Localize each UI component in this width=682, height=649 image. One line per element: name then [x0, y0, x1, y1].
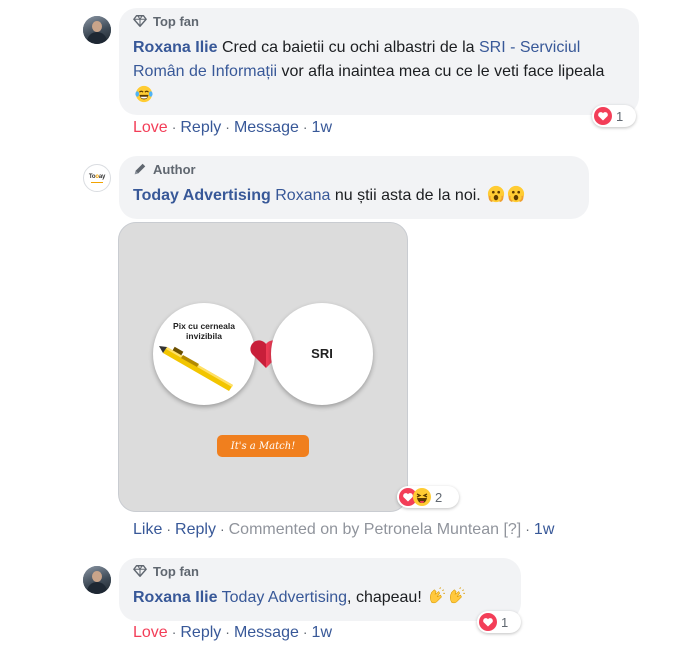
comment-body: nu știi asta de la noi.	[330, 187, 486, 204]
comment-bubble: Top fan Roxana Ilie Today Advertising, c…	[119, 558, 521, 621]
comment-timestamp[interactable]: 1w	[312, 624, 332, 641]
reply-button[interactable]: Reply	[180, 119, 221, 136]
love-button[interactable]: Love	[133, 119, 168, 136]
astonished-emoji	[488, 185, 505, 203]
mention-link[interactable]: Roxana	[275, 187, 330, 204]
comment-text: Roxana Ilie Today Advertising, chapeau!	[133, 582, 507, 610]
like-button[interactable]: Like	[133, 521, 162, 538]
love-reaction-icon	[594, 107, 612, 125]
message-button[interactable]: Message	[234, 624, 299, 641]
comment-actions: Love · Reply · Message · 1w	[133, 624, 332, 641]
sri-label: SRI	[311, 346, 333, 361]
comment-timestamp[interactable]: 1w	[534, 521, 554, 538]
comment-actions: Like · Reply · Commented on by Petronela Mun…	[133, 521, 555, 538]
reaction-summary[interactable]: 1	[592, 105, 636, 127]
reply-button[interactable]: Reply	[180, 624, 221, 641]
comment-body-end: vor afla inaintea mea cu ce le veti face…	[277, 63, 605, 80]
reaction-summary[interactable]: 1	[477, 611, 521, 633]
mention-link[interactable]: Today Advertising	[222, 589, 347, 606]
its-a-match-button: It's a Match!	[217, 435, 309, 457]
comment-body: , chapeau!	[347, 589, 427, 606]
pencil-icon	[134, 163, 146, 175]
top-fan-badge[interactable]: Top fan	[133, 558, 507, 582]
reaction-count: 2	[435, 489, 443, 505]
top-fan-badge[interactable]: Top fan	[133, 8, 625, 32]
help-link[interactable]: [?]	[503, 521, 521, 538]
comment-body: Cred ca baietii cu ochi albastri de la	[221, 39, 479, 56]
author-badge[interactable]: Author	[133, 156, 575, 180]
commenter-avatar[interactable]	[83, 566, 111, 594]
comment-bubble: Author Today Advertising Roxana nu știi …	[119, 156, 589, 219]
pen-circle: Pix cu cerneala invizibila	[153, 303, 255, 405]
diamond-icon	[133, 565, 147, 577]
haha-reaction-icon	[413, 488, 431, 506]
love-reaction-icon	[479, 613, 497, 631]
commented-on-by: Commented on by Petronela Muntean	[228, 521, 499, 538]
comment-actions: Love · Reply · Message · 1w	[133, 119, 332, 136]
message-button[interactable]: Message	[234, 119, 299, 136]
comment-text: Today Advertising Roxana nu știi asta de…	[133, 180, 575, 208]
astonished-emoji	[508, 185, 525, 203]
reply-button[interactable]: Reply	[175, 521, 216, 538]
sri-circle: SRI	[271, 303, 373, 405]
clapping-hands-emoji	[430, 587, 446, 604]
pen-icon	[159, 346, 233, 391]
reaction-count: 1	[616, 108, 624, 124]
commenter-avatar[interactable]	[83, 16, 111, 44]
comment-timestamp[interactable]: 1w	[312, 119, 332, 136]
badge-label: Author	[153, 161, 196, 177]
badge-label: Top fan	[153, 13, 199, 29]
comment-text: Roxana Ilie Cred ca baietii cu ochi alba…	[133, 32, 625, 108]
tears-of-joy-emoji	[135, 85, 153, 103]
comment-author[interactable]: Today Advertising	[133, 187, 271, 204]
page-logo-avatar[interactable]: Tooay	[83, 164, 111, 192]
comment-bubble: Top fan Roxana Ilie Cred ca baietii cu o…	[119, 8, 639, 115]
diamond-icon	[133, 15, 147, 27]
reaction-count: 1	[501, 614, 509, 630]
comment-author[interactable]: Roxana Ilie	[133, 589, 217, 606]
image-attachment[interactable]: Pix cu cerneala invizibila SRI It's a Ma…	[118, 222, 408, 512]
love-button[interactable]: Love	[133, 624, 168, 641]
comment-author[interactable]: Roxana Ilie	[133, 39, 217, 56]
clapping-hands-emoji	[450, 587, 466, 604]
reaction-summary[interactable]: 2	[397, 486, 459, 508]
badge-label: Top fan	[153, 563, 199, 579]
